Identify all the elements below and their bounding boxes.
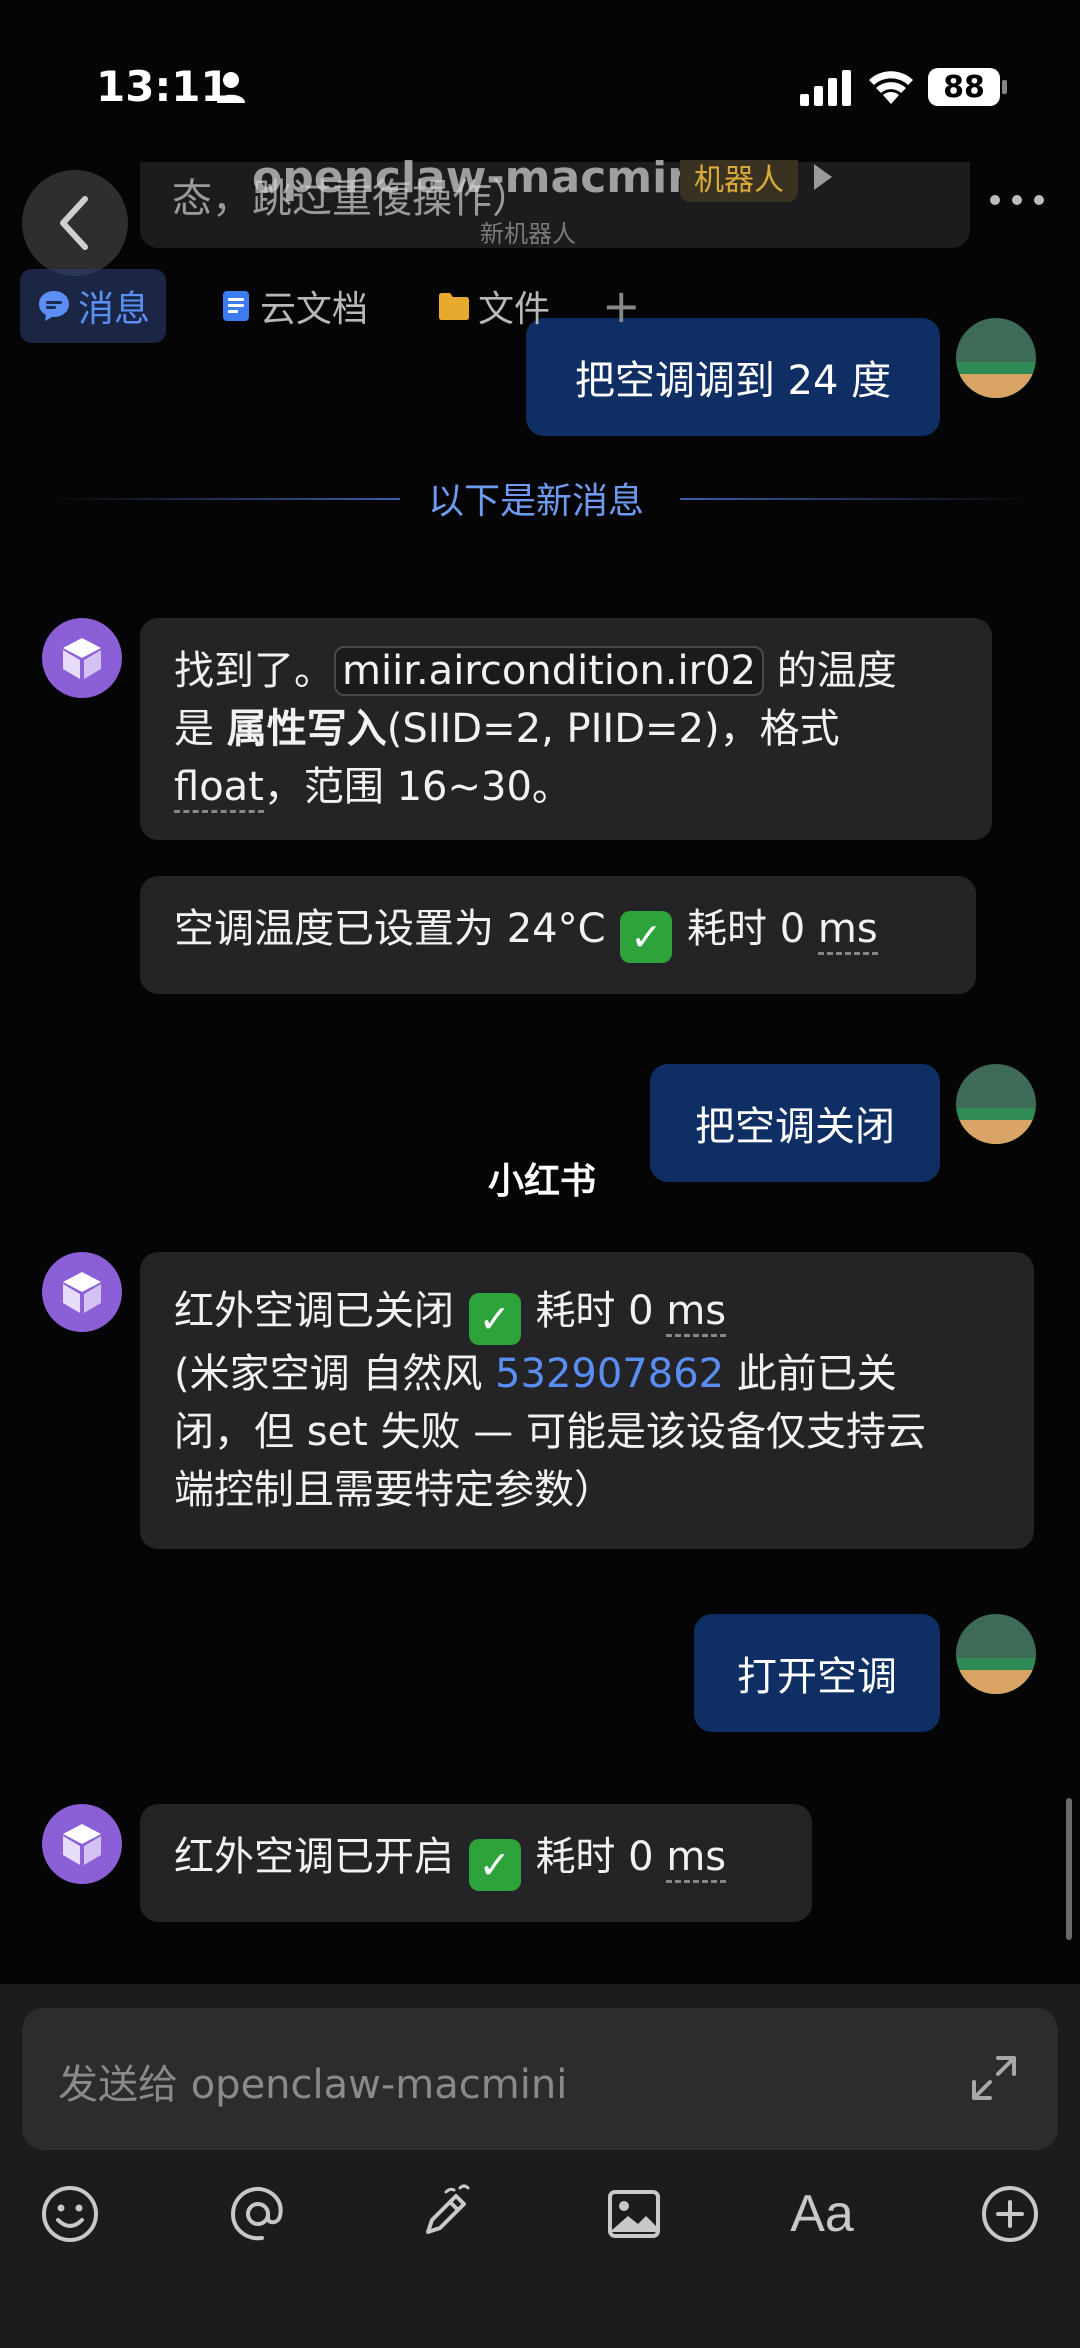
folder-icon bbox=[439, 293, 470, 320]
bot-text: 耗时 0 bbox=[686, 906, 818, 952]
bot-avatar[interactable] bbox=[42, 1252, 122, 1332]
check-mark-icon: ✓ bbox=[468, 1293, 521, 1345]
bot-message-bubble[interactable]: 找到了。 miir.aircondition.ir02 的温度 是 属性写入(SI… bbox=[140, 618, 992, 840]
glossary-term[interactable]: float bbox=[174, 764, 264, 813]
cube-icon bbox=[63, 1272, 101, 1313]
tab-cloud-docs-label: 云文档 bbox=[260, 289, 369, 330]
caret-right-icon[interactable] bbox=[812, 162, 834, 192]
mention-icon bbox=[230, 2186, 283, 2241]
message-input-placeholder: 发送给 openclaw-macmini bbox=[58, 2062, 568, 2108]
chat-header: 态，跳过重復操作） openclaw-macmini 机器人 新机器人 消息 云… bbox=[0, 152, 1080, 350]
user-message-bubble[interactable]: 把空调关闭 bbox=[650, 1064, 940, 1182]
watermark: 小红书 bbox=[488, 1161, 597, 1202]
landscape-avatar-icon bbox=[956, 1064, 1036, 1144]
bot-message-line: 是 属性写入(SIID=2, PIID=2)，格式 bbox=[174, 700, 958, 758]
bot-message-bubble[interactable]: 空调温度已设置为 24°C ✓ 耗时 0 ms bbox=[140, 876, 976, 994]
pen-button[interactable] bbox=[414, 2182, 478, 2246]
font-icon: Aa bbox=[790, 2185, 854, 2243]
bot-message-line: 找到了。 miir.aircondition.ir02 的温度 bbox=[174, 642, 958, 700]
message-composer: 发送给 openclaw-macmini Aa bbox=[0, 1984, 1080, 2348]
bot-message-line: float，范围 16~30。 bbox=[174, 758, 958, 816]
message-input[interactable]: 发送给 openclaw-macmini bbox=[22, 2008, 1058, 2150]
composer-toolbar: Aa bbox=[0, 2158, 1080, 2268]
battery-nub bbox=[1002, 80, 1007, 94]
tab-files[interactable]: 文件 bbox=[420, 269, 566, 343]
divider-line-left bbox=[48, 498, 400, 500]
bot-text: 耗时 0 bbox=[535, 1288, 667, 1334]
bot-text: 端控制且需要特定参数） bbox=[174, 1467, 614, 1513]
bot-avatar[interactable] bbox=[42, 1804, 122, 1884]
glossary-term[interactable]: ms bbox=[666, 1288, 727, 1337]
status-bar: 13:11 88 bbox=[0, 0, 1080, 160]
tab-files-label: 文件 bbox=[478, 289, 551, 330]
user-avatar[interactable] bbox=[956, 1064, 1036, 1144]
bot-message-line: 端控制且需要特定参数） bbox=[174, 1461, 1000, 1519]
bot-message-line: 红外空调已关闭 ✓ 耗时 0 ms bbox=[174, 1282, 1000, 1345]
wifi-icon bbox=[869, 71, 913, 104]
chevron-left-icon bbox=[60, 196, 88, 250]
image-button[interactable] bbox=[602, 2182, 666, 2246]
bot-text: (SIID=2, PIID=2)，格式 bbox=[386, 706, 840, 752]
bot-text: 是 bbox=[174, 706, 227, 752]
bot-text: 红外空调已开启 bbox=[174, 1834, 454, 1880]
plus-icon bbox=[982, 2186, 1038, 2242]
bot-avatar[interactable] bbox=[42, 618, 122, 698]
user-message-text: 把空调调到 24 度 bbox=[574, 358, 892, 404]
bot-text: 空调温度已设置为 24°C bbox=[174, 906, 606, 952]
signal-icon bbox=[800, 70, 851, 106]
image-icon bbox=[608, 2190, 660, 2238]
message-icon bbox=[39, 291, 69, 321]
more-actions-button[interactable] bbox=[978, 2182, 1042, 2246]
inline-code: miir.aircondition.ir02 bbox=[334, 646, 764, 696]
bot-text: 耗时 0 bbox=[535, 1834, 667, 1880]
new-messages-label: 以下是新消息 bbox=[428, 481, 645, 522]
check-mark-icon: ✓ bbox=[468, 1839, 521, 1891]
bot-text: ，范围 16~30。 bbox=[263, 764, 572, 810]
bot-message-bubble[interactable]: 红外空调已开启 ✓ 耗时 0 ms bbox=[140, 1804, 812, 1922]
user-avatar[interactable] bbox=[956, 1614, 1036, 1694]
battery-indicator: 88 bbox=[928, 68, 1000, 106]
phone-link[interactable]: 532907862 bbox=[495, 1351, 724, 1397]
bot-message-line: 闭，但 set 失败 — 可能是该设备仅支持云 bbox=[174, 1403, 1000, 1461]
user-message-bubble[interactable]: 打开空调 bbox=[694, 1614, 940, 1732]
glossary-term[interactable]: ms bbox=[666, 1834, 727, 1883]
bot-text: 的温度 bbox=[763, 648, 897, 694]
emoji-button[interactable] bbox=[38, 2182, 102, 2246]
glossary-term[interactable]: ms bbox=[817, 906, 878, 955]
emoji-icon bbox=[42, 2186, 98, 2242]
new-messages-divider: 以下是新消息 bbox=[48, 472, 1032, 526]
user-message-text: 把空调关闭 bbox=[695, 1104, 895, 1150]
more-icon[interactable] bbox=[988, 190, 1046, 210]
tab-messages-label: 消息 bbox=[78, 289, 151, 330]
bot-text: 此前已关 bbox=[724, 1351, 897, 1397]
back-button[interactable] bbox=[22, 170, 128, 276]
tab-cloud-docs[interactable]: 云文档 bbox=[202, 269, 384, 343]
divider-line-right bbox=[680, 498, 1032, 500]
doc-icon bbox=[223, 291, 250, 321]
user-message-text: 打开空调 bbox=[737, 1654, 897, 1700]
bot-text: 闭，但 set 失败 — 可能是该设备仅支持云 bbox=[174, 1409, 926, 1455]
scrollbar[interactable] bbox=[1066, 1798, 1072, 1940]
bot-text: 红外空调已关闭 bbox=[174, 1288, 454, 1334]
bot-message-bubble[interactable]: 红外空调已关闭 ✓ 耗时 0 ms (米家空调 自然风 532907862 此前… bbox=[140, 1252, 1034, 1549]
add-tab-button[interactable]: + bbox=[602, 279, 641, 333]
person-icon bbox=[217, 72, 245, 103]
mention-button[interactable] bbox=[226, 2182, 290, 2246]
pen-icon bbox=[426, 2184, 470, 2234]
bold-text: 属性写入 bbox=[226, 706, 387, 752]
font-format-button[interactable]: Aa bbox=[790, 2182, 854, 2246]
cube-icon bbox=[63, 1824, 101, 1865]
chat-tabs: 消息 云文档 文件 + bbox=[20, 268, 641, 344]
bot-message-line: (米家空调 自然风 532907862 此前已关 bbox=[174, 1345, 1000, 1403]
landscape-avatar-icon bbox=[956, 1614, 1036, 1694]
bot-text: 找到了。 bbox=[174, 648, 334, 694]
bot-text: (米家空调 自然风 bbox=[174, 1351, 496, 1397]
check-mark-icon: ✓ bbox=[620, 911, 673, 963]
chat-subtitle: 新机器人 bbox=[480, 220, 576, 248]
battery-level: 88 bbox=[943, 69, 985, 105]
cube-icon bbox=[63, 638, 101, 679]
status-time: 13:11 bbox=[96, 62, 230, 111]
tab-messages[interactable]: 消息 bbox=[20, 269, 167, 343]
expand-icon[interactable] bbox=[968, 2052, 1020, 2104]
